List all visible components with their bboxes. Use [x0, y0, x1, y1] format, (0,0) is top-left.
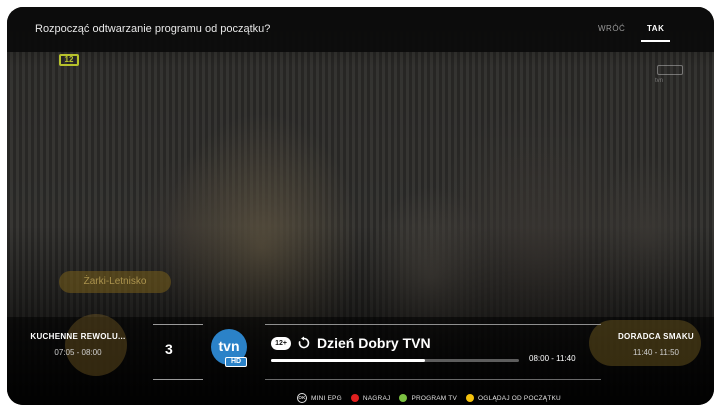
divider [153, 379, 203, 380]
hd-badge: HD [225, 357, 247, 367]
age-rating-watermark: 12 [59, 54, 79, 66]
channel-watermark-icon: tvn [647, 59, 691, 89]
next-program-time: 11:40 - 11:50 [633, 348, 679, 357]
previous-program-title: KUCHENNE REWOLU... [30, 332, 126, 341]
confirm-button[interactable]: TAK [647, 24, 664, 33]
current-program-title: Dzień Dobry TVN [317, 335, 431, 351]
divider [153, 324, 203, 325]
video-frame: 12 tvn Żarki-Letnisko Rozpocząć odtwarza… [7, 7, 714, 405]
age-rating-badge: 12+ [271, 337, 291, 350]
previous-program-time: 07:05 - 08:00 [54, 348, 102, 357]
legend-tv-guide: PROGRAM TV [399, 394, 457, 402]
back-button[interactable]: WRÓĆ [598, 24, 625, 33]
restart-question: Rozpocząć odtwarzanie programu od począt… [35, 23, 271, 35]
green-key-icon [399, 394, 408, 402]
current-program-time: 08:00 - 11:40 [529, 354, 576, 363]
next-program[interactable]: DORADCA SMAKU 11:40 - 11:50 [601, 332, 711, 357]
channel-number: 3 [165, 341, 173, 357]
restart-prompt-bar: Rozpocząć odtwarzanie programu od począt… [7, 7, 714, 52]
ok-key-icon: OK [297, 393, 307, 403]
program-progress-bar [271, 359, 519, 362]
legend-mini-epg: OK MINI EPG [297, 393, 342, 403]
yellow-key-icon [466, 394, 475, 402]
divider [265, 379, 601, 380]
legend-watch-from-start: OGLĄDAJ OD POCZĄTKU [466, 394, 561, 402]
red-key-icon [350, 394, 359, 402]
previous-program[interactable]: KUCHENNE REWOLU... 07:05 - 08:00 [23, 332, 133, 357]
program-progress-fill [271, 359, 425, 362]
restart-icon [298, 336, 310, 349]
focus-underline [641, 40, 670, 42]
lower-third-caption: Żarki-Letnisko [59, 271, 171, 293]
next-program-title: DORADCA SMAKU [617, 332, 695, 341]
legend-record: NAGRAJ [350, 394, 391, 402]
divider [265, 324, 601, 325]
remote-key-legend: OK MINI EPG NAGRAJ PROGRAM TV OGLĄDAJ OD… [297, 392, 570, 404]
